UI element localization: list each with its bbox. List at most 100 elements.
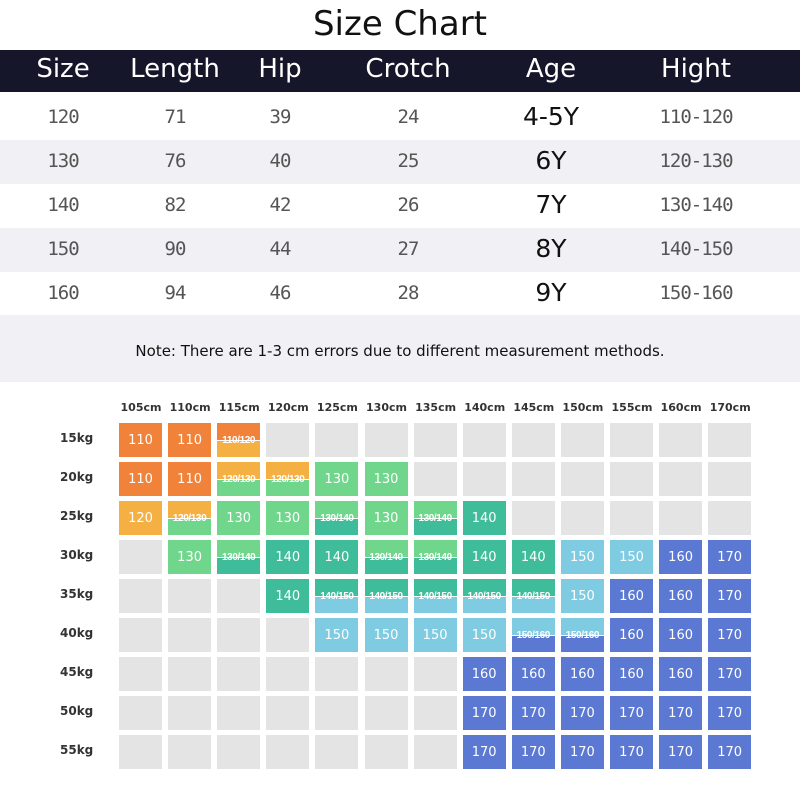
size-cell [266,423,310,457]
table-cell: 150 [47,238,79,260]
column-header: Length [130,54,220,84]
size-cell [364,735,408,769]
size-cell: 140/150 [511,579,555,613]
size-cell: 110/120 [217,423,261,457]
size-cell: 170 [560,735,604,769]
size-cell: 160 [659,657,703,691]
table-cell: 4-5Y [522,102,580,131]
size-cell: 170 [659,735,703,769]
size-cell: 140 [266,579,310,613]
size-cell [708,462,752,496]
table-cell: 9Y [535,278,567,307]
size-cell: 150/160 [560,618,604,652]
size-cell: 160 [610,579,653,613]
size-cell [168,696,212,730]
weight-label: 15kg [60,431,94,445]
height-label: 125cm [316,401,358,414]
size-cell [119,540,162,574]
height-label: 150cm [562,401,604,414]
weight-label: 40kg [60,626,94,640]
size-cell: 160 [659,540,703,574]
height-label: 110cm [169,401,211,414]
size-cell: 110 [119,423,162,457]
table-cell: 140 [47,194,79,216]
size-cell: 140/150 [364,579,408,613]
table-cell: 82 [164,194,187,216]
table-cell: 71 [164,106,187,128]
size-cell [413,735,457,769]
table-cell: 120 [47,106,79,128]
table-cell: 120-130 [659,150,733,172]
size-cell [315,696,359,730]
size-cell [217,579,261,613]
size-cell [708,501,752,535]
weight-label: 20kg [60,470,94,484]
size-cell [413,462,457,496]
size-cell: 170 [708,579,752,613]
size-cell [217,618,261,652]
size-cell [168,579,212,613]
height-label: 170cm [709,401,751,414]
height-label: 145cm [513,401,555,414]
size-cell: 130/140 [364,540,408,574]
size-cell: 110 [119,462,162,496]
size-cell [266,696,310,730]
table-cell: 7Y [535,190,567,219]
size-cell: 140 [315,540,359,574]
table-row: 150 90 44 27 8Y 140-150 [0,228,800,272]
size-cell: 130 [364,462,408,496]
column-header: Size [36,54,90,84]
size-cell [462,462,506,496]
size-cell: 150 [610,540,653,574]
table-cell: 44 [269,238,292,260]
size-cell: 160 [462,657,506,691]
size-cell: 150 [413,618,457,652]
size-cell [266,657,310,691]
height-label: 105cm [120,401,162,414]
size-cell: 150/160 [511,618,555,652]
size-cell [315,735,359,769]
size-cell: 130/140 [217,540,261,574]
size-cell [119,735,162,769]
size-cell: 130 [364,501,408,535]
size-cell [610,501,653,535]
size-cell [610,462,653,496]
table-cell: 94 [164,282,187,304]
table-row: 130 76 40 25 6Y 120-130 [0,140,800,184]
table-cell: 39 [269,106,292,128]
size-cell: 120/130 [217,462,261,496]
column-header: Hip [258,54,302,84]
table-row: 120 71 39 24 4-5Y 110-120 [0,96,800,140]
column-header: Hight [661,54,731,84]
size-cell [217,657,261,691]
size-cell [560,423,604,457]
table-cell: 26 [397,194,420,216]
table-cell: 27 [397,238,420,260]
size-cell [119,696,162,730]
table-row: 140 82 42 26 7Y 130-140 [0,184,800,228]
weight-label: 55kg [60,743,94,757]
height-label: 115cm [218,401,260,414]
size-cell: 110 [168,462,212,496]
weight-label: 30kg [60,548,94,562]
size-cell [315,423,359,457]
size-cell: 130/140 [413,501,457,535]
size-cell: 130/140 [413,540,457,574]
size-cell [266,735,310,769]
table-row: 160 94 46 28 9Y 150-160 [0,272,800,316]
size-cell: 170 [610,735,653,769]
table-cell: 150-160 [659,282,733,304]
size-cell [413,423,457,457]
size-cell [708,423,752,457]
weight-label: 45kg [60,665,94,679]
size-cell: 140 [462,540,506,574]
size-cell: 170 [708,696,752,730]
size-cell: 140 [462,501,506,535]
size-cell [511,423,555,457]
table-header: Size Length Hip Crotch Age Hight [0,50,800,92]
size-cell: 150 [560,579,604,613]
size-cell [168,657,212,691]
size-cell [413,696,457,730]
size-cell: 170 [462,696,506,730]
size-cell: 140 [266,540,310,574]
